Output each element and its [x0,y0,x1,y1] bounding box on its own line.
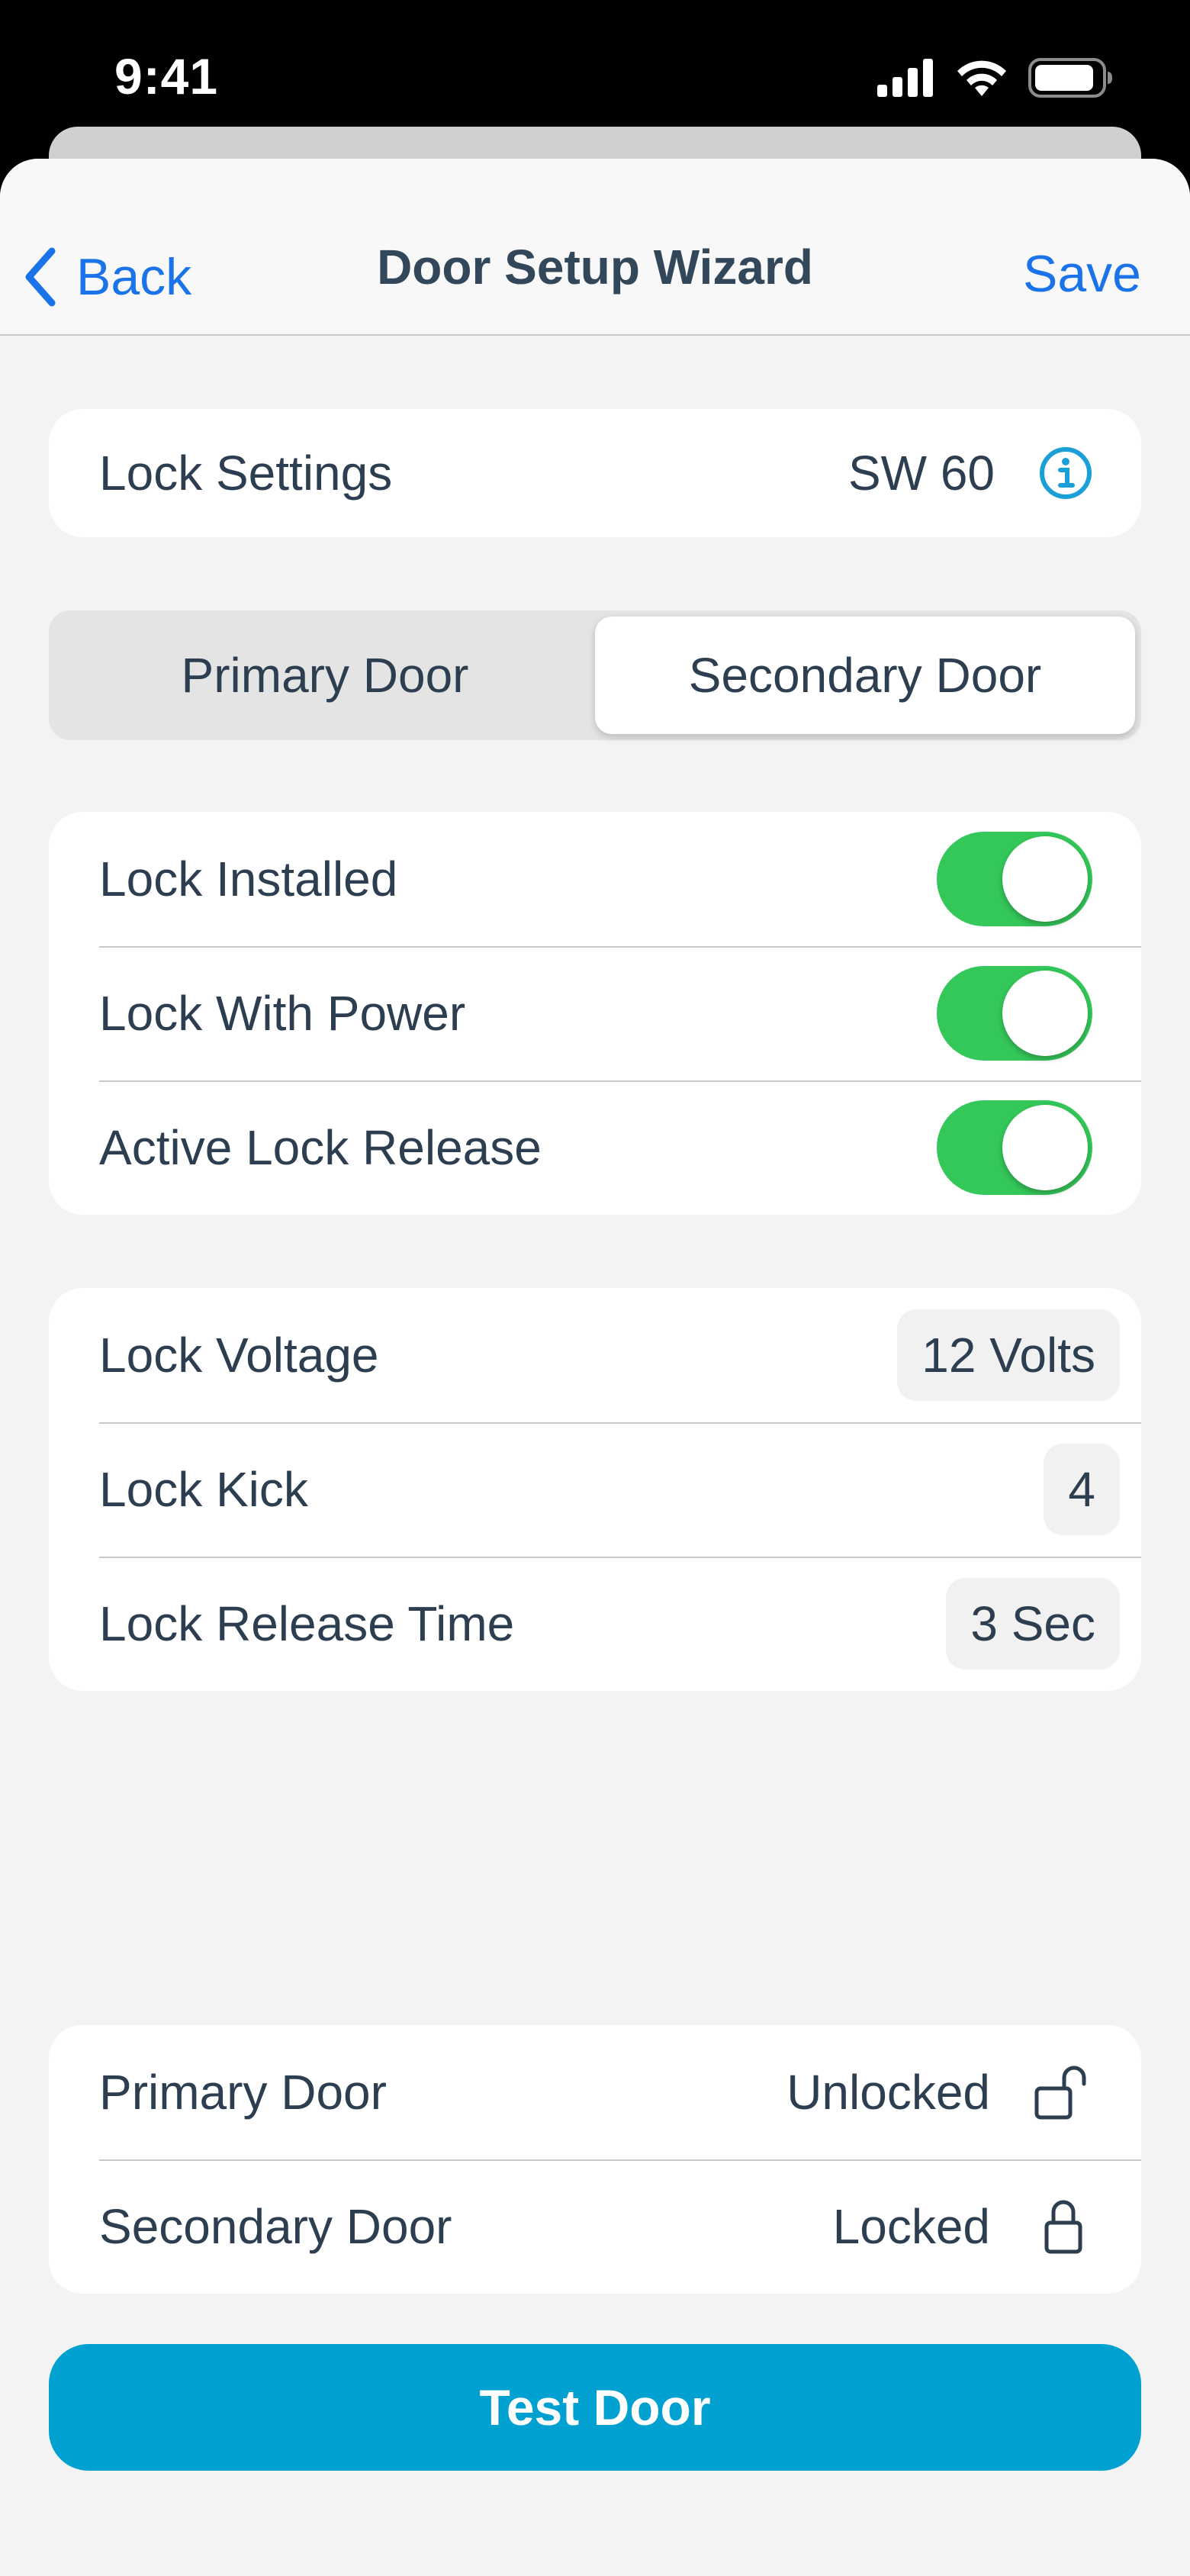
active-lock-release-label: Active Lock Release [99,1120,542,1175]
page-title: Door Setup Wizard [377,240,813,295]
lock-toggles-card: Lock Installed Lock With Power Active Lo… [49,812,1141,1215]
door-status-card: Primary Door Unlocked Secondary Door Loc… [49,2025,1141,2294]
param-row-lock-release-time: Lock Release Time 3 Sec [49,1557,1141,1691]
wifi-icon [957,60,1006,96]
toggle-knob [1002,971,1088,1056]
toggle-row-lock-with-power: Lock With Power [49,946,1141,1080]
door-status-row-primary: Primary Door Unlocked [49,2025,1141,2159]
lock-voltage-label: Lock Voltage [99,1328,379,1383]
lock-parameters-card: Lock Voltage 12 Volts Lock Kick 4 Lock R… [49,1288,1141,1691]
lock-settings-label: Lock Settings [99,446,393,501]
primary-door-status: Unlocked [786,2065,990,2120]
save-button[interactable]: Save [1023,244,1141,304]
door-status-row-secondary: Secondary Door Locked [49,2159,1141,2294]
locked-padlock-icon [1044,2200,1082,2254]
lock-release-time-value[interactable]: 3 Sec [946,1578,1120,1670]
lock-settings-row: Lock Settings SW 60 [49,409,1141,537]
toggle-row-lock-installed: Lock Installed [49,812,1141,946]
segment-secondary-door[interactable]: Secondary Door [595,617,1135,734]
lock-with-power-label: Lock With Power [99,986,466,1041]
primary-door-label: Primary Door [99,2065,387,2120]
info-icon[interactable] [1039,446,1092,500]
unlocked-padlock-icon [1034,2066,1086,2120]
wizard-sheet: Back Door Setup Wizard Save Lock Setting… [0,159,1190,2576]
door-segmented-control: Primary Door Secondary Door [49,610,1141,740]
lock-installed-toggle[interactable] [937,832,1092,926]
param-row-lock-voltage: Lock Voltage 12 Volts [49,1288,1141,1422]
segment-primary-door[interactable]: Primary Door [55,617,595,734]
lock-voltage-value[interactable]: 12 Volts [897,1309,1120,1401]
status-icons [877,58,1114,98]
lock-settings-card: Lock Settings SW 60 [49,409,1141,537]
status-time: 9:41 [114,48,219,105]
secondary-door-label: Secondary Door [99,2199,452,2254]
lock-installed-label: Lock Installed [99,852,398,906]
toggle-row-active-lock-release: Active Lock Release [49,1080,1141,1215]
battery-icon [1028,58,1112,98]
lock-kick-value[interactable]: 4 [1044,1444,1120,1535]
navigation-bar: Back Door Setup Wizard Save [0,159,1190,336]
lock-settings-value: SW 60 [847,446,995,501]
lock-release-time-label: Lock Release Time [99,1596,515,1651]
lock-with-power-toggle[interactable] [937,966,1092,1061]
test-door-button[interactable]: Test Door [49,2344,1141,2471]
lock-kick-label: Lock Kick [99,1462,308,1517]
toggle-knob [1002,836,1088,922]
param-row-lock-kick: Lock Kick 4 [49,1422,1141,1557]
toggle-knob [1002,1105,1088,1190]
cellular-signal-icon [877,59,933,97]
active-lock-release-toggle[interactable] [937,1100,1092,1195]
secondary-door-status: Locked [832,2199,990,2254]
